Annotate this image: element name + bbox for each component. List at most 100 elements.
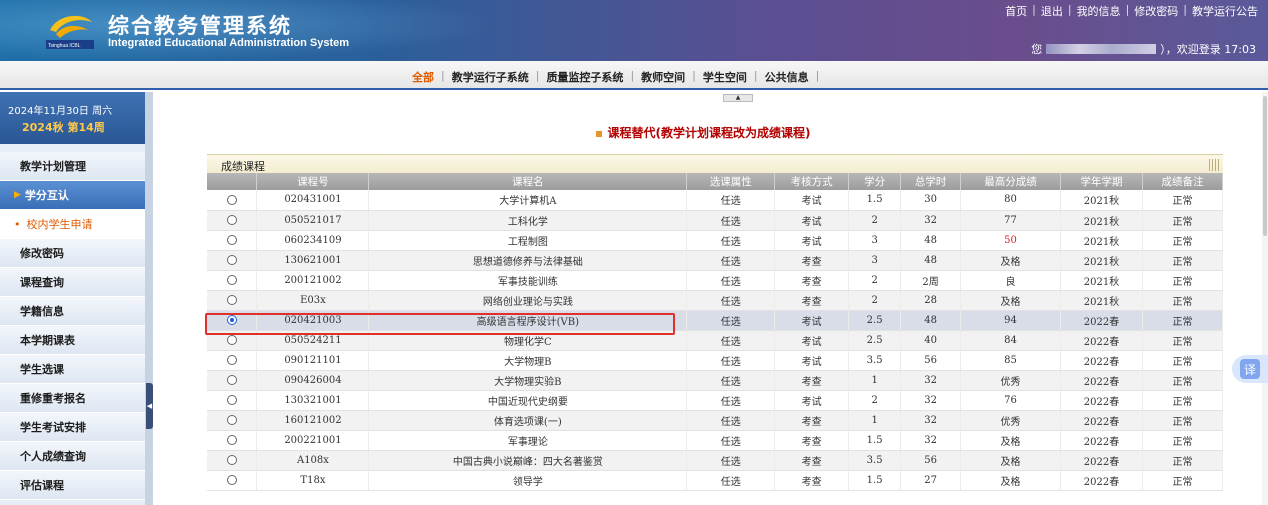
table-row[interactable]: 050521017 工科化学 任选 考试 2 32 77 2021秋 正常	[207, 210, 1224, 231]
scrollbar-thumb[interactable]	[1263, 96, 1267, 236]
cell-credit: 2	[848, 290, 902, 311]
cell-name: 军事理论	[368, 430, 688, 451]
table-row[interactable]: 050524211 物理化学C 任选 考试 2.5 40 84 2022春 正常	[207, 330, 1224, 351]
table-row[interactable]: T18x 领导学 任选 考查 1.5 27 及格 2022春 正常	[207, 470, 1224, 491]
nav-quality-monitor[interactable]: 质量监控子系统	[546, 69, 623, 85]
bullet-icon: •	[14, 217, 21, 231]
sidebar-item-1[interactable]: ▶ 学分互认	[0, 181, 145, 210]
cell-term: 2021秋	[1060, 250, 1143, 271]
table-row[interactable]: 200221001 军事理论 任选 考查 1.5 32 及格 2022春 正常	[207, 430, 1224, 451]
row-radio[interactable]	[226, 255, 237, 265]
cell-attr: 任选	[686, 190, 776, 211]
course-table: 课程号 课程名 选课属性 考核方式 学分 总学时 最高分成绩 学年学期 成绩备注…	[207, 173, 1224, 491]
cell-name: 网络创业理论与实践	[368, 290, 688, 311]
sidebar-item-6[interactable]: 本学期课表	[0, 326, 145, 355]
cell-attr: 任选	[686, 390, 776, 411]
sidebar-item-10[interactable]: 个人成绩查询	[0, 442, 145, 471]
page-scrollbar[interactable]	[1262, 92, 1268, 505]
sidebar-item-label: 学生选课	[20, 363, 64, 376]
table-row[interactable]: 020421003 高级语言程序设计(VB) 任选 考试 2.5 48 94 2022春 正常	[207, 310, 1224, 331]
cell-code: 130621001	[256, 250, 370, 271]
table-row[interactable]: 060234109 工程制图 任选 考试 3 48 50 2021秋 正常	[207, 230, 1224, 251]
row-radio[interactable]	[226, 355, 237, 365]
sidebar-item-8[interactable]: 重修重考报名	[0, 384, 145, 413]
col-header-select	[207, 173, 258, 190]
row-radio[interactable]	[226, 415, 237, 425]
table-row[interactable]: 090426004 大学物理实验B 任选 考查 1 32 优秀 2022春 正常	[207, 370, 1224, 391]
cell-attr: 任选	[686, 370, 776, 391]
cell-hours: 30	[900, 190, 962, 211]
cell-name: 工科化学	[368, 210, 688, 231]
teaching-notice-link[interactable]: 教学运行公告	[1192, 3, 1258, 19]
table-row[interactable]: 020431001 大学计算机A 任选 考试 1.5 30 80 2021秋 正常	[207, 190, 1224, 211]
translate-icon: 译	[1240, 359, 1260, 379]
sidebar-item-7[interactable]: 学生选课	[0, 355, 145, 384]
sidebar-item-11[interactable]: 评估课程	[0, 471, 145, 500]
cell-attr: 任选	[686, 270, 776, 291]
cell-note: 正常	[1142, 410, 1224, 431]
row-select-cell	[207, 230, 258, 251]
home-link[interactable]: 首页	[1005, 3, 1027, 19]
sidebar-item-2[interactable]: • 校内学生申请	[0, 210, 145, 239]
cell-attr: 任选	[686, 250, 776, 271]
cell-exam: 考查	[774, 290, 850, 311]
nav-teacher-space[interactable]: 教师空间	[641, 69, 685, 85]
cell-attr: 任选	[686, 470, 776, 491]
change-password-link[interactable]: 修改密码	[1134, 3, 1178, 19]
nav-teaching-ops[interactable]: 教学运行子系统	[452, 69, 529, 85]
row-radio[interactable]	[226, 315, 237, 325]
table-row[interactable]: 160121002 体育选项课(一) 任选 考查 1 32 优秀 2022春 正常	[207, 410, 1224, 431]
sidebar-splitter[interactable]	[145, 92, 153, 505]
nav-public-info[interactable]: 公共信息	[765, 69, 809, 85]
table-header-row: 课程号 课程名 选课属性 考核方式 学分 总学时 最高分成绩 学年学期 成绩备注	[207, 173, 1224, 190]
cell-term: 2022春	[1060, 370, 1143, 391]
row-radio[interactable]	[226, 475, 237, 485]
row-radio[interactable]	[226, 455, 237, 465]
cell-note: 正常	[1142, 470, 1224, 491]
sidebar-item-9[interactable]: 学生考试安排	[0, 413, 145, 442]
row-radio[interactable]	[226, 375, 237, 385]
collapse-sidebar-icon[interactable]: ◀	[146, 383, 153, 429]
logout-link[interactable]: 退出	[1041, 3, 1063, 19]
table-row[interactable]: A108x 中国古典小说巅峰：四大名著鉴赏 任选 考查 3.5 56 及格 2022春 正常	[207, 450, 1224, 471]
nav-all[interactable]: 全部	[412, 69, 434, 85]
cell-note: 正常	[1142, 290, 1224, 311]
cell-term: 2022春	[1060, 350, 1143, 371]
cell-name: 体育选项课(一)	[368, 410, 688, 431]
row-select-cell	[207, 310, 258, 331]
row-radio[interactable]	[226, 235, 237, 245]
arrow-right-icon: ▶	[14, 190, 21, 200]
row-radio[interactable]	[226, 194, 237, 205]
table-row[interactable]: 090121101 大学物理B 任选 考试 3.5 56 85 2022春 正常	[207, 350, 1224, 371]
cell-term: 2021秋	[1060, 210, 1143, 231]
table-row[interactable]: 130321001 中国近现代史纲要 任选 考试 2 32 76 2022春 正常	[207, 390, 1224, 411]
sidebar-item-0[interactable]: 教学计划管理	[0, 152, 145, 181]
cell-score: 76	[960, 390, 1062, 411]
cell-exam: 考查	[774, 410, 850, 431]
sidebar-item-3[interactable]: 修改密码	[0, 239, 145, 268]
row-radio[interactable]	[226, 215, 237, 225]
row-radio[interactable]	[226, 335, 237, 345]
cell-note: 正常	[1142, 350, 1224, 371]
cell-hours: 56	[900, 350, 962, 371]
cell-code: 020431001	[256, 190, 370, 211]
collapse-header-icon[interactable]: ▲	[723, 94, 753, 102]
table-row[interactable]: 200121002 军事技能训练 任选 考查 2 2周良 2021秋 正常	[207, 270, 1224, 291]
row-radio[interactable]	[226, 395, 237, 405]
my-info-link[interactable]: 我的信息	[1077, 3, 1121, 19]
row-radio[interactable]	[226, 295, 237, 305]
cell-attr: 任选	[686, 430, 776, 451]
row-radio[interactable]	[226, 435, 237, 445]
cell-score: 77	[960, 210, 1062, 231]
table-row[interactable]: 130621001 思想道德修养与法律基础 任选 考查 3 48 及格 2021秋 正常	[207, 250, 1224, 271]
translate-button[interactable]: 译	[1232, 355, 1268, 383]
nav-student-space[interactable]: 学生空间	[703, 69, 747, 85]
table-row[interactable]: E03x 网络创业理论与实践 任选 考查 2 28 及格 2021秋 正常	[207, 290, 1224, 311]
sidebar-item-label: 校内学生申请	[26, 218, 93, 231]
cell-credit: 3.5	[848, 450, 902, 471]
row-radio[interactable]	[226, 275, 237, 285]
cell-code: 090121101	[256, 350, 370, 371]
sidebar-item-label: 个人成绩查询	[20, 450, 86, 463]
sidebar-item-4[interactable]: 课程查询	[0, 268, 145, 297]
sidebar-item-5[interactable]: 学籍信息	[0, 297, 145, 326]
